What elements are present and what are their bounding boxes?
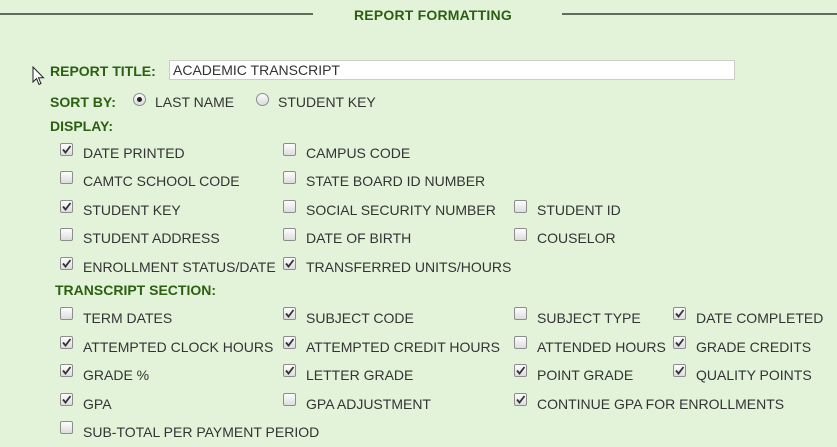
- display-checkbox-label[interactable]: STUDENT ID: [537, 202, 621, 218]
- transcript-checkbox[interactable]: [60, 393, 73, 406]
- display-checkbox-label[interactable]: STATE BOARD ID NUMBER: [306, 173, 485, 189]
- display-checkbox-label[interactable]: CAMPUS CODE: [306, 145, 410, 161]
- transcript-checkbox-label[interactable]: QUALITY POINTS: [696, 367, 812, 383]
- display-checkbox[interactable]: [283, 200, 296, 213]
- display-checkbox-label[interactable]: ENROLLMENT STATUS/DATE: [83, 259, 276, 275]
- transcript-checkbox-label[interactable]: ATTEMPTED CLOCK HOURS: [83, 339, 273, 355]
- transcript-checkbox[interactable]: [514, 364, 527, 377]
- transcript-checkbox-label[interactable]: SUB-TOTAL PER PAYMENT PERIOD: [83, 424, 319, 440]
- transcript-checkbox-label[interactable]: GPA: [83, 396, 112, 412]
- transcript-checkbox[interactable]: [514, 307, 527, 320]
- header-rule-left: [0, 13, 313, 15]
- display-checkbox-label[interactable]: COUSELOR: [537, 230, 616, 246]
- display-checkbox-label[interactable]: TRANSFERRED UNITS/HOURS: [306, 259, 511, 275]
- display-checkbox[interactable]: [60, 171, 73, 184]
- display-checkbox[interactable]: [283, 257, 296, 270]
- header-rule-right: [562, 13, 837, 15]
- transcript-checkbox-label[interactable]: GRADE CREDITS: [696, 339, 811, 355]
- transcript-checkbox[interactable]: [514, 336, 527, 349]
- transcript-checkbox-label[interactable]: TERM DATES: [83, 310, 172, 326]
- mouse-pointer-icon: [32, 66, 45, 86]
- display-checkbox-label[interactable]: STUDENT KEY: [83, 202, 181, 218]
- transcript-checkbox-label[interactable]: ATTEMPTED CREDIT HOURS: [306, 339, 500, 355]
- section-title: REPORT FORMATTING: [354, 7, 512, 23]
- transcript-section-label: TRANSCRIPT SECTION:: [55, 282, 216, 298]
- transcript-checkbox-label[interactable]: GPA ADJUSTMENT: [306, 396, 431, 412]
- display-checkbox[interactable]: [60, 200, 73, 213]
- display-checkbox-label[interactable]: DATE PRINTED: [83, 145, 185, 161]
- sort-last-name-radio[interactable]: [133, 93, 146, 106]
- transcript-checkbox[interactable]: [283, 336, 296, 349]
- display-checkbox[interactable]: [514, 200, 527, 213]
- transcript-checkbox-label[interactable]: DATE COMPLETED: [696, 310, 823, 326]
- report-title-label: REPORT TITLE:: [50, 63, 156, 79]
- sort-student-key-radio[interactable]: [256, 93, 269, 106]
- transcript-checkbox[interactable]: [673, 364, 686, 377]
- transcript-checkbox[interactable]: [60, 336, 73, 349]
- report-title-input[interactable]: [169, 60, 735, 80]
- display-checkbox-label[interactable]: DATE OF BIRTH: [306, 230, 411, 246]
- display-checkbox[interactable]: [60, 143, 73, 156]
- display-checkbox-label[interactable]: CAMTC SCHOOL CODE: [83, 173, 240, 189]
- transcript-checkbox-label[interactable]: LETTER GRADE: [306, 367, 413, 383]
- transcript-checkbox[interactable]: [283, 307, 296, 320]
- transcript-checkbox-label[interactable]: SUBJECT TYPE: [537, 310, 641, 326]
- transcript-checkbox-label[interactable]: GRADE %: [83, 367, 149, 383]
- transcript-checkbox-label[interactable]: SUBJECT CODE: [306, 310, 414, 326]
- display-checkbox[interactable]: [283, 171, 296, 184]
- display-checkbox-label[interactable]: STUDENT ADDRESS: [83, 230, 220, 246]
- sort-last-name-label[interactable]: LAST NAME: [155, 94, 234, 110]
- transcript-checkbox[interactable]: [283, 393, 296, 406]
- display-checkbox[interactable]: [283, 228, 296, 241]
- transcript-checkbox[interactable]: [60, 421, 73, 434]
- transcript-checkbox-label[interactable]: CONTINUE GPA FOR ENROLLMENTS: [537, 396, 784, 412]
- sort-student-key-label[interactable]: STUDENT KEY: [278, 94, 376, 110]
- transcript-checkbox[interactable]: [283, 364, 296, 377]
- display-label: DISPLAY:: [50, 118, 114, 134]
- transcript-checkbox[interactable]: [60, 307, 73, 320]
- sort-by-label: SORT BY:: [50, 94, 116, 110]
- transcript-checkbox[interactable]: [673, 307, 686, 320]
- display-checkbox[interactable]: [60, 257, 73, 270]
- transcript-checkbox[interactable]: [514, 393, 527, 406]
- display-checkbox[interactable]: [514, 228, 527, 241]
- display-checkbox[interactable]: [283, 143, 296, 156]
- transcript-checkbox-label[interactable]: POINT GRADE: [537, 367, 633, 383]
- transcript-checkbox-label[interactable]: ATTENDED HOURS: [537, 339, 666, 355]
- display-checkbox-label[interactable]: SOCIAL SECURITY NUMBER: [306, 202, 496, 218]
- display-checkbox[interactable]: [60, 228, 73, 241]
- transcript-checkbox[interactable]: [60, 364, 73, 377]
- transcript-checkbox[interactable]: [673, 336, 686, 349]
